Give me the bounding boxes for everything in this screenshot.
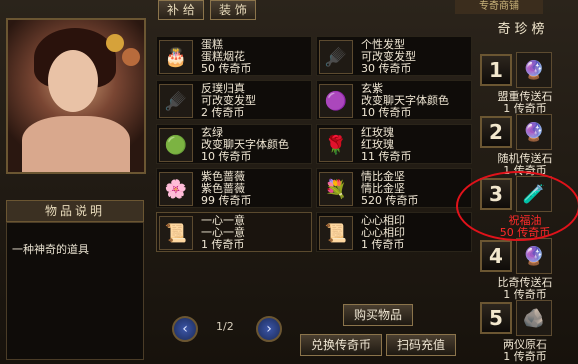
rank-number: 4 (480, 240, 512, 272)
rank-number: 2 (480, 116, 512, 148)
selected-rank-highlight (456, 171, 578, 241)
rank-row[interactable]: 4 🔮 比奇传送石 1 传奇币 (474, 232, 572, 301)
rank-item-icon: 🪨 (516, 300, 552, 336)
rank-item-icon: 🔮 (516, 52, 552, 88)
rank-number: 1 (480, 54, 512, 86)
rank-row[interactable]: 2 🔮 随机传送石 1 传奇币 (474, 108, 572, 177)
rank-item-icon: 🔮 (516, 114, 552, 150)
rank-item-icon: 🔮 (516, 238, 552, 274)
rank-number: 5 (480, 302, 512, 334)
rank-item-price: 1 传奇币 (503, 350, 547, 363)
rank-row[interactable]: 1 🔮 盟重传送石 1 传奇币 (474, 46, 572, 115)
rank-row[interactable]: 5 🪨 两仪原石 1 传奇币 (474, 294, 572, 363)
